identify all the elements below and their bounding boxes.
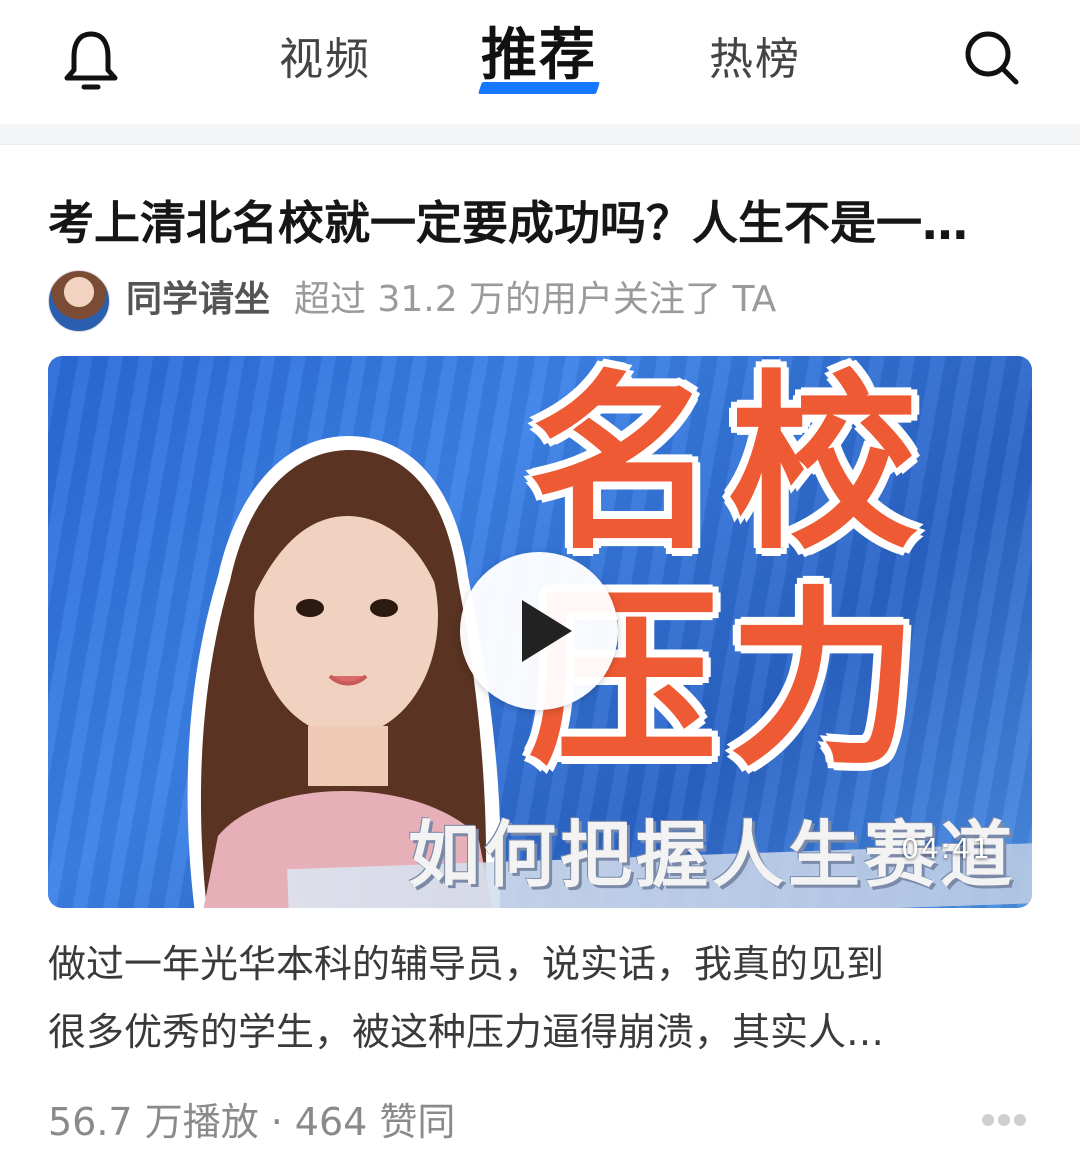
author-row: 同学请坐 超过 31.2 万的用户关注了 TA — [48, 268, 1048, 332]
thumbnail-overlay-line1: 名校 — [528, 356, 929, 575]
card-title[interactable]: 考上清北名校就一定要成功吗？人生不是一… — [48, 190, 1038, 256]
search-icon[interactable] — [962, 28, 1022, 88]
section-divider — [0, 124, 1080, 145]
author-name[interactable]: 同学请坐 — [126, 276, 270, 324]
tab-recommend[interactable]: 推荐 — [474, 26, 604, 86]
video-thumbnail[interactable]: 名校 压力 如何把握人生赛道 04:41 — [48, 356, 1032, 908]
description-line-1: 做过一年光华本科的辅导员，说实话，我真的见到 — [48, 942, 885, 986]
top-nav-bar: 视频 推荐 热榜 — [0, 0, 1080, 124]
description-line-2: 很多优秀的学生，被这种压力逼得崩溃，其实人… — [48, 1010, 885, 1054]
tab-video[interactable]: 视频 — [270, 30, 380, 90]
tab-hot[interactable]: 热榜 — [700, 30, 810, 90]
play-count: 56.7 万播放 — [48, 1100, 259, 1144]
card-stats: 56.7 万播放 · 464 赞同 — [48, 1092, 455, 1152]
more-dots-icon[interactable] — [980, 1110, 1028, 1130]
card-description[interactable]: 做过一年光华本科的辅导员，说实话，我真的见到 很多优秀的学生，被这种压力逼得崩溃… — [48, 930, 1008, 1066]
play-icon — [522, 600, 572, 662]
play-button[interactable] — [460, 552, 618, 710]
video-duration: 04:41 — [901, 832, 992, 865]
stats-separator: · — [270, 1100, 283, 1144]
avatar[interactable] — [48, 270, 110, 332]
like-count: 464 赞同 — [294, 1100, 456, 1144]
author-follower-meta: 超过 31.2 万的用户关注了 TA — [294, 279, 777, 320]
tab-bar: 视频 推荐 热榜 — [0, 0, 1080, 124]
